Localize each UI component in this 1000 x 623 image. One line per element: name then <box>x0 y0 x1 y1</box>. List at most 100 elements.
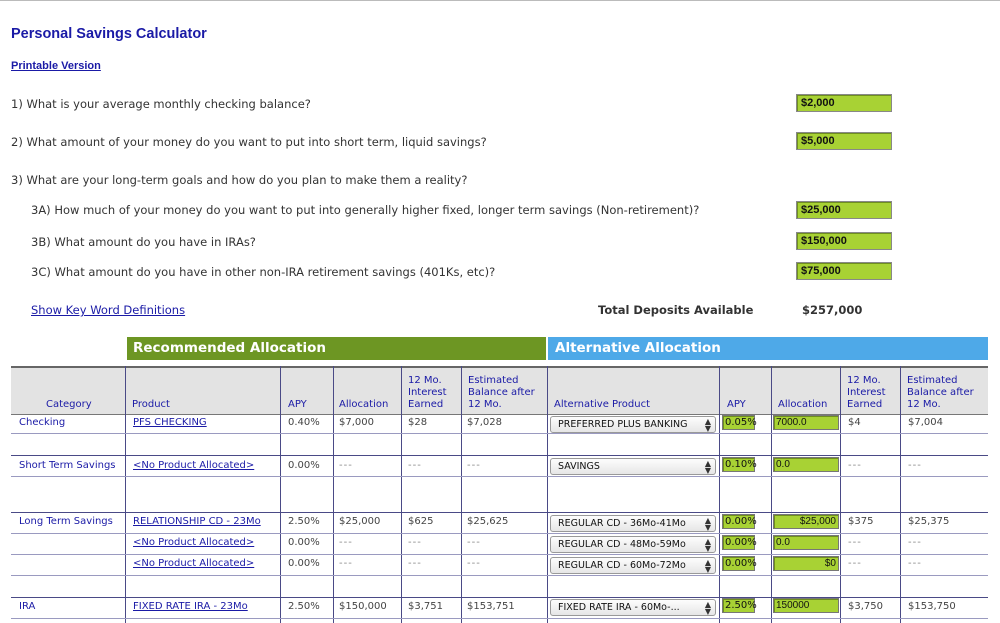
row-divider <box>11 433 988 434</box>
alt-balance-value: --- <box>908 460 922 471</box>
column-divider <box>401 366 402 623</box>
column-divider <box>125 366 126 623</box>
table-header: Category Product APY Allocation 12 Mo. I… <box>11 366 988 415</box>
alt-balance-value: --- <box>908 558 922 569</box>
balance-value: $25,625 <box>467 516 509 527</box>
column-divider <box>280 366 281 623</box>
allocation-value: $150,000 <box>339 601 387 612</box>
allocation-value: --- <box>339 537 353 548</box>
top-border <box>0 0 1000 1</box>
apy-value: 0.40% <box>288 417 320 428</box>
col-product: Product <box>132 399 170 410</box>
row-category: Short Term Savings <box>19 460 116 471</box>
col-balance: Estimated Balance after 12 Mo. <box>468 375 535 410</box>
alt-interest-value: --- <box>848 460 862 471</box>
alt-apy-value: 0.00% <box>722 514 757 529</box>
alt-balance-value: $25,375 <box>908 516 950 527</box>
printable-version-link[interactable]: Printable Version <box>11 60 101 72</box>
alt-balance-value: --- <box>908 537 922 548</box>
interest-value: $625 <box>408 516 434 527</box>
col-alt-allocation: Allocation <box>778 399 828 410</box>
apy-value: 2.50% <box>288 601 320 612</box>
alt-product-selected: REGULAR CD - 48Mo-59Mo <box>558 539 686 550</box>
row-divider <box>11 533 988 534</box>
question-3b: 3B) What amount do you have in IRAs? <box>31 235 256 249</box>
alt-product-select[interactable]: REGULAR CD - 48Mo-59Mo ▲ ▼ <box>550 536 716 553</box>
up-down-chevron-icon: ▲ ▼ <box>704 600 711 616</box>
alt-interest-value: $4 <box>848 417 861 428</box>
page-title: Personal Savings Calculator <box>11 26 207 42</box>
row-category: IRA <box>19 601 36 612</box>
interest-value: $28 <box>408 417 428 428</box>
alt-product-select[interactable]: FIXED RATE IRA - 60Mo-... ▲ ▼ <box>550 599 716 616</box>
alt-allocation-input[interactable] <box>773 415 839 430</box>
total-deposits-label: Total Deposits Available <box>598 303 754 317</box>
checking-balance-input[interactable] <box>796 94 892 112</box>
balance-value: $7,028 <box>467 417 502 428</box>
col-category: Category <box>46 399 92 410</box>
alt-product-selected: PREFERRED PLUS BANKING <box>558 419 688 430</box>
group-divider <box>11 512 988 513</box>
column-divider <box>461 366 462 623</box>
up-down-chevron-icon: ▲ ▼ <box>704 516 711 532</box>
column-divider <box>840 366 841 623</box>
alt-allocation-input[interactable] <box>773 514 839 529</box>
row-divider <box>11 618 988 619</box>
col-alt-product: Alternative Product <box>554 399 651 410</box>
alt-apy-value: 0.10% <box>722 457 757 472</box>
question-3c: 3C) What amount do you have in other non… <box>31 265 496 279</box>
alt-apy-value: 2.50% <box>722 598 757 613</box>
product-link[interactable]: <No Product Allocated> <box>133 537 254 548</box>
allocation-value: $7,000 <box>339 417 374 428</box>
question-2: 2) What amount of your money do you want… <box>11 135 487 149</box>
product-link[interactable]: <No Product Allocated> <box>133 558 254 569</box>
retirement-savings-input[interactable] <box>796 262 892 280</box>
recommended-allocation-header: Recommended Allocation <box>127 337 546 360</box>
short-term-savings-input[interactable] <box>796 132 892 150</box>
ira-amount-input[interactable] <box>796 232 892 250</box>
product-link[interactable]: <No Product Allocated> <box>133 460 254 471</box>
product-link[interactable]: FIXED RATE IRA - 23Mo <box>133 601 248 612</box>
alt-interest-value: $375 <box>848 516 874 527</box>
alt-product-select[interactable]: REGULAR CD - 36Mo-41Mo ▲ ▼ <box>550 515 716 532</box>
alt-product-selected: REGULAR CD - 60Mo-72Mo <box>558 560 686 571</box>
col-alt-interest: 12 Mo. Interest Earned <box>847 375 886 410</box>
up-down-chevron-icon: ▲ ▼ <box>704 537 711 553</box>
col-alt-apy: APY <box>727 399 746 410</box>
alt-interest-value: --- <box>848 537 862 548</box>
alt-product-select[interactable]: PREFERRED PLUS BANKING ▲ ▼ <box>550 416 716 433</box>
alt-allocation-input[interactable] <box>773 598 839 613</box>
alt-apy-value: 0.05% <box>722 415 757 430</box>
question-1: 1) What is your average monthly checking… <box>11 97 311 111</box>
up-down-chevron-icon: ▲ ▼ <box>704 417 711 433</box>
question-3a: 3A) How much of your money do you want t… <box>31 203 700 217</box>
long-term-savings-input[interactable] <box>796 201 892 219</box>
alt-product-selected: SAVINGS <box>558 461 600 472</box>
alt-balance-value: $153,750 <box>908 601 956 612</box>
product-link[interactable]: RELATIONSHIP CD - 23Mo <box>133 516 261 527</box>
alt-interest-value: --- <box>848 558 862 569</box>
interest-value: --- <box>408 558 422 569</box>
alt-allocation-input[interactable] <box>773 556 839 571</box>
up-down-chevron-icon: ▲ ▼ <box>704 558 711 574</box>
alt-product-select[interactable]: REGULAR CD - 60Mo-72Mo ▲ ▼ <box>550 557 716 574</box>
alt-allocation-input[interactable] <box>773 457 839 472</box>
balance-value: --- <box>467 460 481 471</box>
col-alt-balance: Estimated Balance after 12 Mo. <box>907 375 974 410</box>
column-divider <box>900 366 901 623</box>
alt-allocation-input[interactable] <box>773 535 839 550</box>
up-down-chevron-icon: ▲ ▼ <box>704 459 711 475</box>
column-divider <box>771 366 772 623</box>
product-link[interactable]: PFS CHECKING <box>133 417 207 428</box>
column-divider <box>333 366 334 623</box>
row-divider <box>11 554 988 555</box>
alt-product-select[interactable]: SAVINGS ▲ ▼ <box>550 458 716 475</box>
row-divider <box>11 476 988 477</box>
row-category: Checking <box>19 417 66 428</box>
col-apy: APY <box>288 399 307 410</box>
allocation-value: --- <box>339 558 353 569</box>
question-3: 3) What are your long-term goals and how… <box>11 173 468 187</box>
key-word-definitions-link[interactable]: Show Key Word Definitions <box>31 303 185 317</box>
row-divider <box>11 575 988 576</box>
apy-value: 0.00% <box>288 460 320 471</box>
